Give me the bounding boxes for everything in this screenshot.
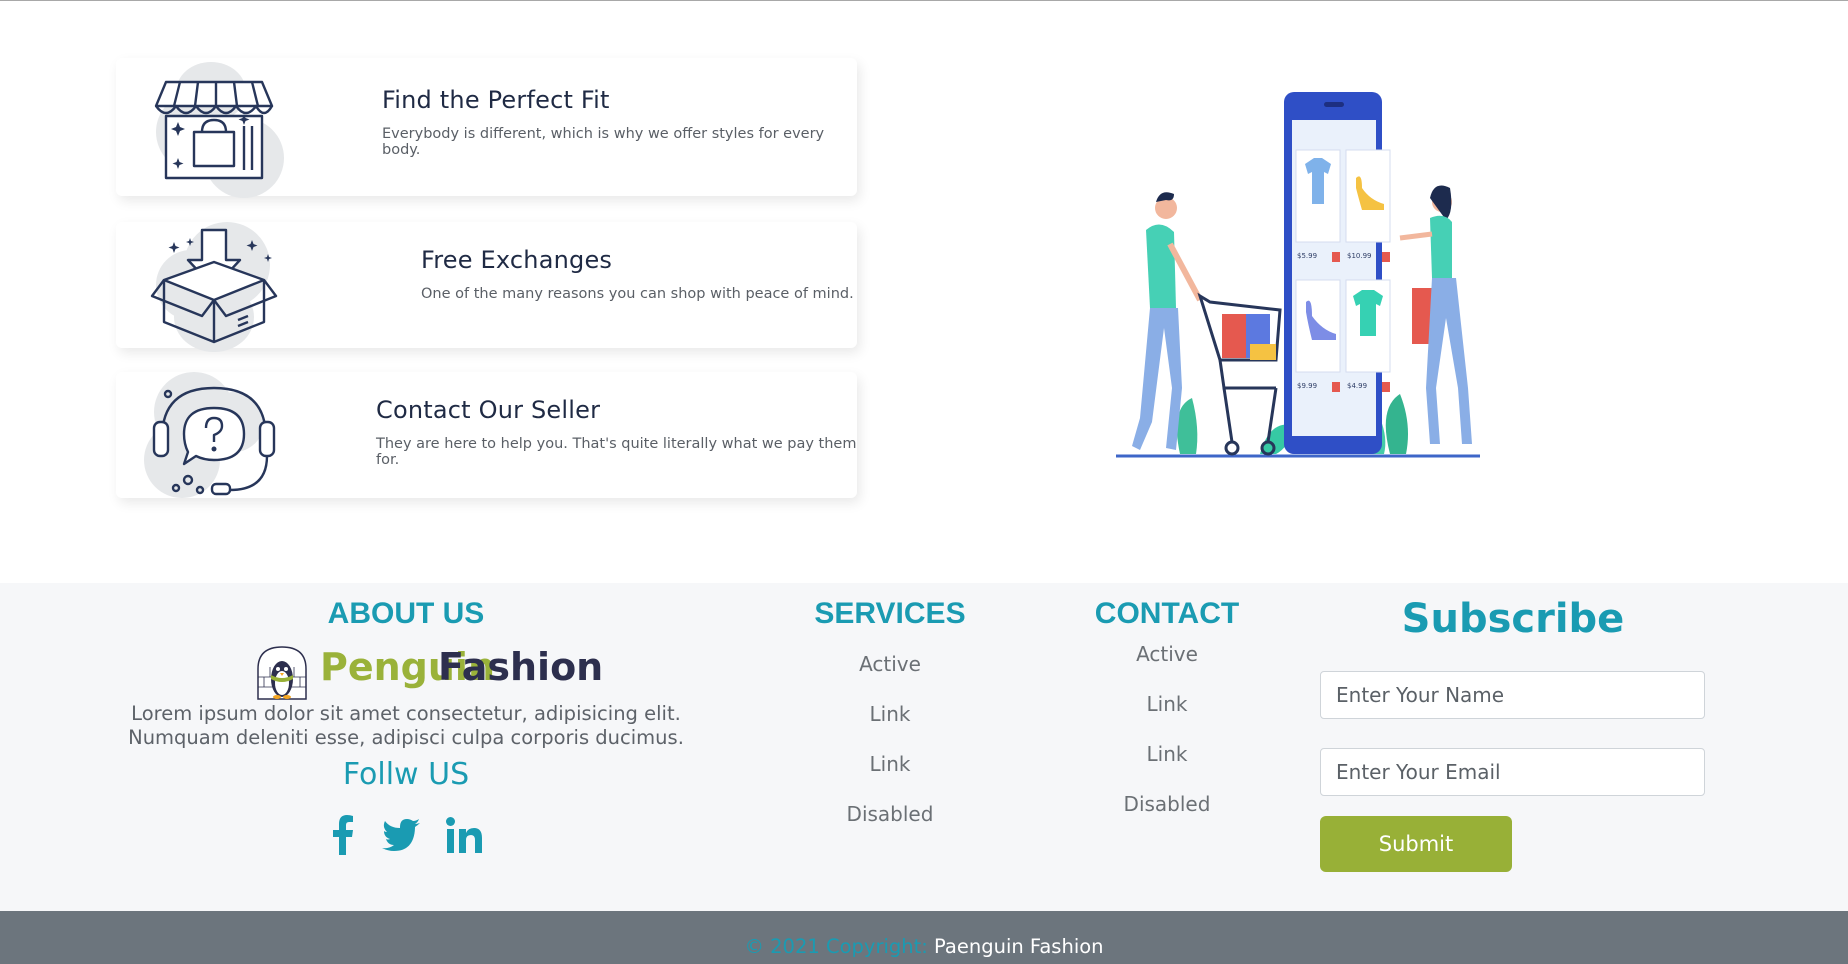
contact-link[interactable]: Link [1067, 739, 1267, 789]
feature-title: Free Exchanges [421, 246, 613, 274]
services-link[interactable]: Link [790, 699, 990, 749]
top-divider [0, 0, 1848, 1]
services-link-active[interactable]: Active [790, 649, 990, 699]
headset-support-icon [144, 372, 284, 512]
contact-heading: CONTACT [1094, 597, 1240, 630]
feature-description: One of the many reasons you can shop wit… [421, 286, 854, 302]
feature-description: They are here to help you. That's quite … [376, 436, 857, 468]
feature-card-perfect-fit: Find the Perfect Fit Everybody is differ… [116, 58, 857, 198]
feature-title: Find the Perfect Fit [382, 86, 610, 114]
copyright-brand-link[interactable]: Paenguin Fashion [934, 935, 1104, 958]
feature-description: Everybody is different, which is why we … [382, 126, 825, 158]
price-label: $10.99 [1347, 252, 1372, 260]
services-link[interactable]: Link [790, 749, 990, 799]
services-heading: SERVICES [814, 597, 966, 630]
subscribe-submit-button[interactable]: Submit [1320, 816, 1512, 872]
price-label: $5.99 [1297, 252, 1317, 260]
services-links: Active Link Link Disabled [790, 649, 990, 849]
copyright-line: © 2021 Copyright: Paenguin Fashion [0, 935, 1848, 958]
site-footer: ABOUT US Penguin Fashion Lorem ipsum dol… [0, 583, 1848, 911]
feature-card-free-exchanges: Free Exchanges One of the many reasons y… [116, 222, 857, 352]
facebook-icon[interactable] [332, 815, 354, 860]
copyright-prefix: © 2021 Copyright: [744, 935, 928, 958]
shop-bag-icon [144, 62, 284, 202]
contact-links: Active Link Link Disabled [1067, 639, 1267, 839]
twitter-icon[interactable] [382, 819, 420, 856]
subscribe-name-input[interactable] [1320, 671, 1705, 719]
price-label: $4.99 [1347, 382, 1367, 390]
penguin-logo-icon [257, 646, 307, 700]
linkedin-icon[interactable] [446, 817, 482, 858]
contact-link-disabled: Disabled [1123, 792, 1211, 816]
feature-title: Contact Our Seller [376, 396, 601, 424]
copyright-bar: © 2021 Copyright: Paenguin Fashion [0, 911, 1848, 964]
contact-link[interactable]: Link [1067, 689, 1267, 739]
subscribe-email-input[interactable] [1320, 748, 1705, 796]
brand-logo[interactable]: Penguin Fashion [250, 637, 603, 701]
shopping-illustration: $5.99 $10.99 $9.99 $4.99 [1100, 88, 1500, 468]
price-label: $9.99 [1297, 382, 1317, 390]
about-heading: ABOUT US [327, 597, 485, 630]
services-link-disabled: Disabled [846, 802, 934, 826]
about-description: Lorem ipsum dolor sit amet consectetur, … [128, 702, 684, 749]
feature-card-contact-seller: Contact Our Seller They are here to help… [116, 372, 857, 498]
brand-name-second: Fashion [438, 645, 604, 689]
follow-heading: Follw US [342, 757, 470, 792]
subscribe-heading: Subscribe [1401, 596, 1625, 642]
contact-link-active[interactable]: Active [1067, 639, 1267, 689]
open-box-icon [144, 222, 284, 362]
